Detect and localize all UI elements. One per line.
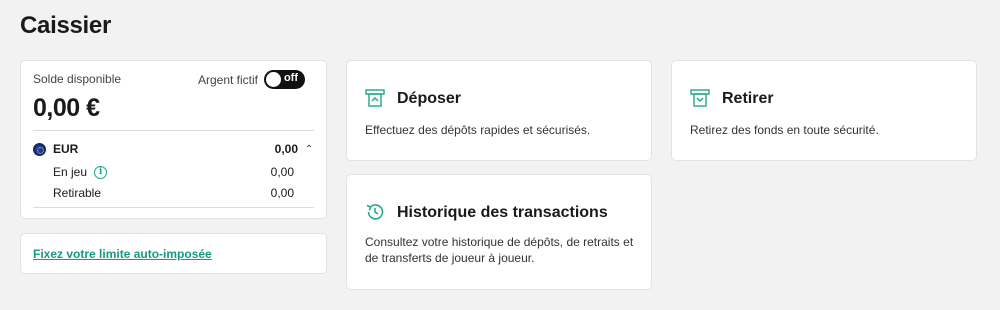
currency-row[interactable]: EUR 0,00 ⌃: [33, 140, 314, 158]
withdraw-title: Retirer: [722, 90, 774, 107]
balance-amount: 0,00 €: [33, 94, 100, 122]
in-play-label: En jeu: [53, 165, 88, 179]
currency-code: EUR: [53, 142, 79, 156]
info-icon[interactable]: i: [94, 165, 108, 179]
divider: [33, 130, 314, 131]
toggle-state-text: off: [283, 72, 298, 84]
chevron-up-icon[interactable]: ⌃: [304, 144, 314, 155]
withdraw-description: Retirez des fonds en toute sécurité.: [690, 123, 879, 137]
page-title: Caissier: [20, 12, 111, 39]
fake-money-control: Argent fictif off: [198, 70, 305, 89]
history-card[interactable]: Historique des transactions Consultez vo…: [346, 174, 652, 290]
balance-card: Solde disponible Argent fictif off 0,00 …: [20, 60, 327, 219]
fake-money-label: Argent fictif: [197, 72, 258, 87]
withdrawable-row: Retirable 0,00: [53, 184, 294, 202]
deposit-icon: [365, 89, 385, 107]
deposit-card[interactable]: Déposer Effectuez des dépôts rapides et …: [346, 60, 652, 161]
deposit-title: Déposer: [397, 90, 462, 107]
currency-value: 0,00: [274, 142, 298, 156]
fake-money-toggle[interactable]: off: [264, 70, 305, 89]
withdraw-card[interactable]: Retirer Retirez des fonds en toute sécur…: [671, 60, 977, 161]
toggle-knob: [266, 72, 281, 87]
history-description: Consultez votre historique de dépôts, de…: [365, 235, 634, 265]
set-limit-link[interactable]: Fixez votre limite auto-imposée: [33, 247, 212, 261]
history-title: Historique des transactions: [397, 204, 608, 221]
withdrawable-value: 0,00: [270, 186, 294, 200]
deposit-description: Effectuez des dépôts rapides et sécurisé…: [365, 123, 591, 137]
eu-flag-icon: [33, 142, 46, 156]
divider: [33, 207, 314, 208]
limit-card: Fixez votre limite auto-imposée: [20, 233, 327, 274]
withdrawable-label: Retirable: [53, 186, 102, 200]
history-icon: [366, 204, 384, 220]
withdraw-icon: [690, 89, 710, 107]
in-play-value: 0,00: [270, 165, 294, 179]
in-play-row: En jeu i 0,00: [53, 163, 294, 181]
balance-label: Solde disponible: [33, 72, 122, 86]
